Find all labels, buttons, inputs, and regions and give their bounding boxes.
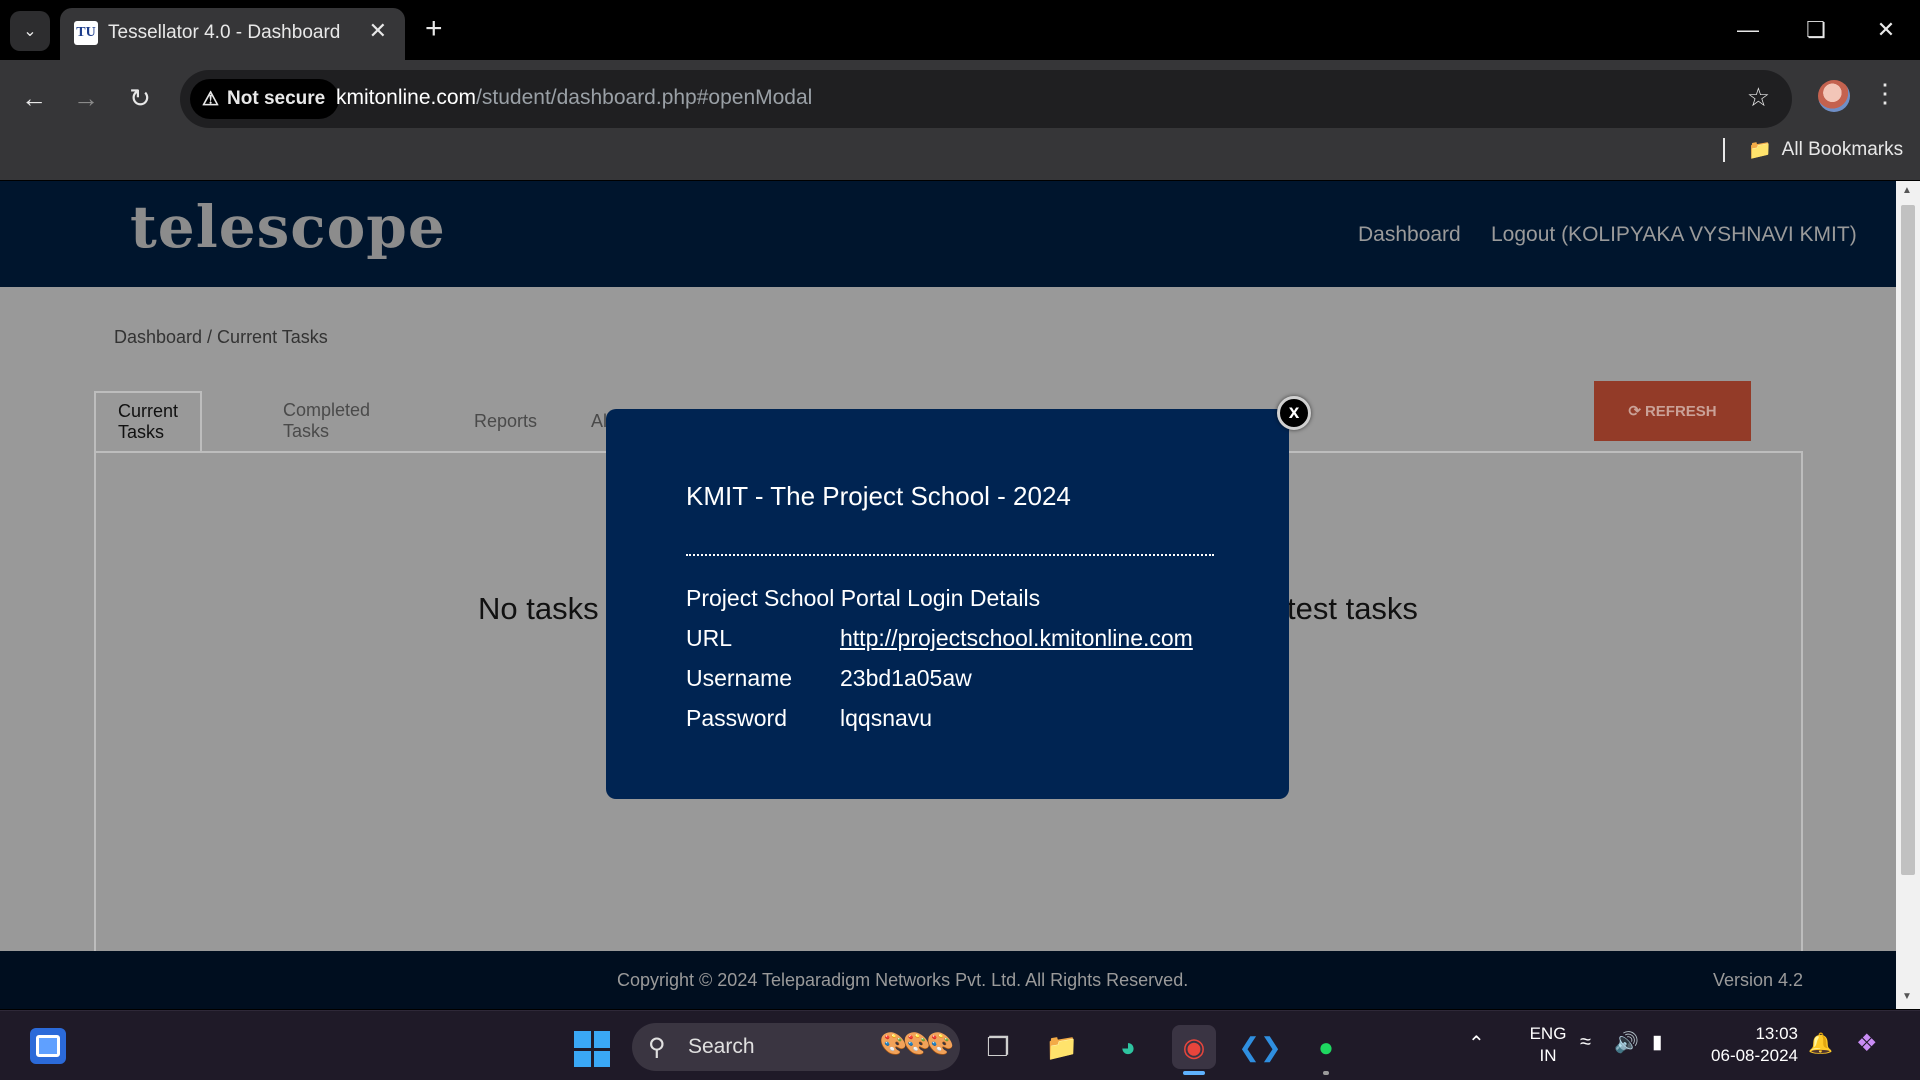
bookmarks-divider xyxy=(1723,138,1725,162)
volume-icon[interactable]: 🔊 xyxy=(1614,1030,1639,1055)
security-label: Not secure xyxy=(227,88,326,109)
tab-close-icon[interactable]: ✕ xyxy=(369,18,387,44)
warning-icon: ⚠ xyxy=(202,88,220,110)
taskbar-search[interactable]: ⚲ Search 🎨🎨🎨 xyxy=(632,1023,960,1071)
windows-logo-icon xyxy=(574,1031,591,1048)
site-logo[interactable]: telescope xyxy=(130,193,446,261)
folder-icon: 📁 xyxy=(1748,140,1772,161)
browser-menu-icon[interactable]: ⋮ xyxy=(1872,78,1898,109)
search-highlight-icon: 🎨🎨🎨 xyxy=(879,1031,954,1056)
refresh-button[interactable]: ⟳ REFRESH xyxy=(1594,381,1751,441)
vscode-icon[interactable]: ❮❯ xyxy=(1238,1025,1282,1069)
reload-button[interactable]: ↻ xyxy=(120,78,160,118)
start-button[interactable] xyxy=(574,1031,610,1067)
widgets-icon xyxy=(36,1035,60,1057)
tab-additional[interactable]: Al xyxy=(591,391,607,451)
empty-message-right: test tasks xyxy=(1287,591,1418,626)
task-view-icon[interactable]: ❐ xyxy=(976,1025,1020,1069)
close-window-button[interactable]: ✕ xyxy=(1866,12,1906,48)
site-footer: Copyright © 2024 Teleparadigm Networks P… xyxy=(0,951,1896,1009)
tab-reports[interactable]: Reports xyxy=(474,391,537,451)
battery-icon[interactable]: ▮ xyxy=(1652,1031,1662,1054)
clock-time: 13:03 xyxy=(1755,1024,1798,1043)
address-bar[interactable]: ⚠ Not secure kmitonline.com/student/dash… xyxy=(180,70,1792,128)
nav-logout-link[interactable]: Logout (KOLIPYAKA VYSHNAVI KMIT) xyxy=(1491,223,1857,247)
back-button[interactable]: ← xyxy=(14,78,54,118)
restore-button[interactable]: ❏ xyxy=(1796,12,1836,48)
language-indicator[interactable]: ENG IN xyxy=(1518,1023,1578,1067)
modal-subtitle: Project School Portal Login Details xyxy=(686,585,1041,611)
url-host: kmitonline.com xyxy=(336,86,477,109)
forward-button[interactable]: → xyxy=(66,78,106,118)
bookmark-star-icon[interactable]: ☆ xyxy=(1747,82,1770,113)
copyright-text: Copyright © 2024 Teleparadigm Networks P… xyxy=(617,970,1189,990)
url-key: URL xyxy=(686,625,733,651)
copilot-icon[interactable]: ❖ xyxy=(1856,1029,1878,1058)
browser-tabstrip: ⌄ TU Tessellator 4.0 - Dashboard ✕ + — ❏… xyxy=(0,0,1920,60)
scroll-up-icon[interactable]: ▲ xyxy=(1902,185,1912,196)
modal-divider xyxy=(686,554,1214,556)
wifi-icon[interactable]: ≈ xyxy=(1580,1031,1591,1054)
tab-completed-tasks[interactable]: Completed Tasks xyxy=(283,391,370,451)
windows-taskbar: ⚲ Search 🎨🎨🎨 ❐ 📁 ◕ ◉ ❮❯ ● ⌃ ENG IN ≈ 🔊 ▮… xyxy=(0,1010,1920,1080)
password-key: Password xyxy=(686,705,787,731)
all-bookmarks-button[interactable]: 📁 All Bookmarks xyxy=(1748,138,1903,162)
browser-tab-active[interactable]: TU Tessellator 4.0 - Dashboard ✕ xyxy=(60,8,405,60)
username-value: 23bd1a05aw xyxy=(840,665,972,691)
url-text[interactable]: kmitonline.com/student/dashboard.php#ope… xyxy=(336,86,812,110)
language-label: ENG xyxy=(1529,1024,1567,1043)
empty-message-left: No tasks xyxy=(478,591,599,626)
minimize-button[interactable]: — xyxy=(1728,12,1768,48)
url-path: /student/dashboard.php#openModal xyxy=(476,86,813,109)
modal-title: KMIT - The Project School - 2024 xyxy=(686,481,1071,511)
login-details-modal: KMIT - The Project School - 2024 Project… xyxy=(606,409,1289,799)
tab-favicon-icon: TU xyxy=(74,21,98,45)
version-text: Version 4.2 xyxy=(1713,970,1804,990)
refresh-label: REFRESH xyxy=(1644,402,1717,420)
chrome-browser-icon[interactable]: ◉ xyxy=(1172,1025,1216,1075)
refresh-icon: ⟳ xyxy=(1628,403,1641,420)
chevron-down-icon: ⌄ xyxy=(23,23,37,40)
portal-url-link[interactable]: http://projectschool.kmitonline.com xyxy=(840,625,1193,652)
notification-bell-icon[interactable]: 🔔 xyxy=(1808,1031,1833,1056)
nav-dashboard-link[interactable]: Dashboard xyxy=(1358,223,1461,247)
chevron-up-icon[interactable]: ⌃ xyxy=(1468,1031,1485,1056)
browser-toolbar: ← → ↻ ⚠ Not secure kmitonline.com/studen… xyxy=(0,60,1920,180)
tab-current-tasks[interactable]: Current Tasks xyxy=(94,391,203,451)
tab-title: Tessellator 4.0 - Dashboard xyxy=(108,22,341,43)
profile-avatar[interactable] xyxy=(1818,80,1850,112)
site-header: telescope Dashboard Logout (KOLIPYAKA VY… xyxy=(0,181,1896,287)
security-chip[interactable]: ⚠ Not secure xyxy=(190,79,340,119)
tab-search-button[interactable]: ⌄ xyxy=(10,11,50,51)
edge-browser-icon[interactable]: ◕ xyxy=(1106,1025,1150,1069)
new-tab-button[interactable]: + xyxy=(425,12,443,46)
modal-close-button[interactable]: x xyxy=(1277,396,1311,430)
region-label: IN xyxy=(1539,1046,1557,1065)
widgets-button[interactable] xyxy=(30,1028,66,1064)
taskbar-search-label: Search xyxy=(688,1035,755,1058)
scroll-thumb[interactable] xyxy=(1901,205,1915,875)
breadcrumb: Dashboard / Current Tasks xyxy=(114,327,328,347)
system-clock[interactable]: 13:03 06-08-2024 xyxy=(1696,1023,1798,1067)
file-explorer-icon[interactable]: 📁 xyxy=(1040,1025,1084,1069)
scroll-down-icon[interactable]: ▼ xyxy=(1902,991,1912,1002)
spotify-icon[interactable]: ● xyxy=(1304,1025,1348,1075)
page-scrollbar[interactable]: ▲ ▼ xyxy=(1896,181,1920,1009)
all-bookmarks-label: All Bookmarks xyxy=(1781,139,1904,160)
clock-date: 06-08-2024 xyxy=(1711,1046,1798,1065)
password-value: lqqsnavu xyxy=(840,705,933,731)
search-icon: ⚲ xyxy=(648,1034,666,1061)
username-key: Username xyxy=(686,665,793,691)
